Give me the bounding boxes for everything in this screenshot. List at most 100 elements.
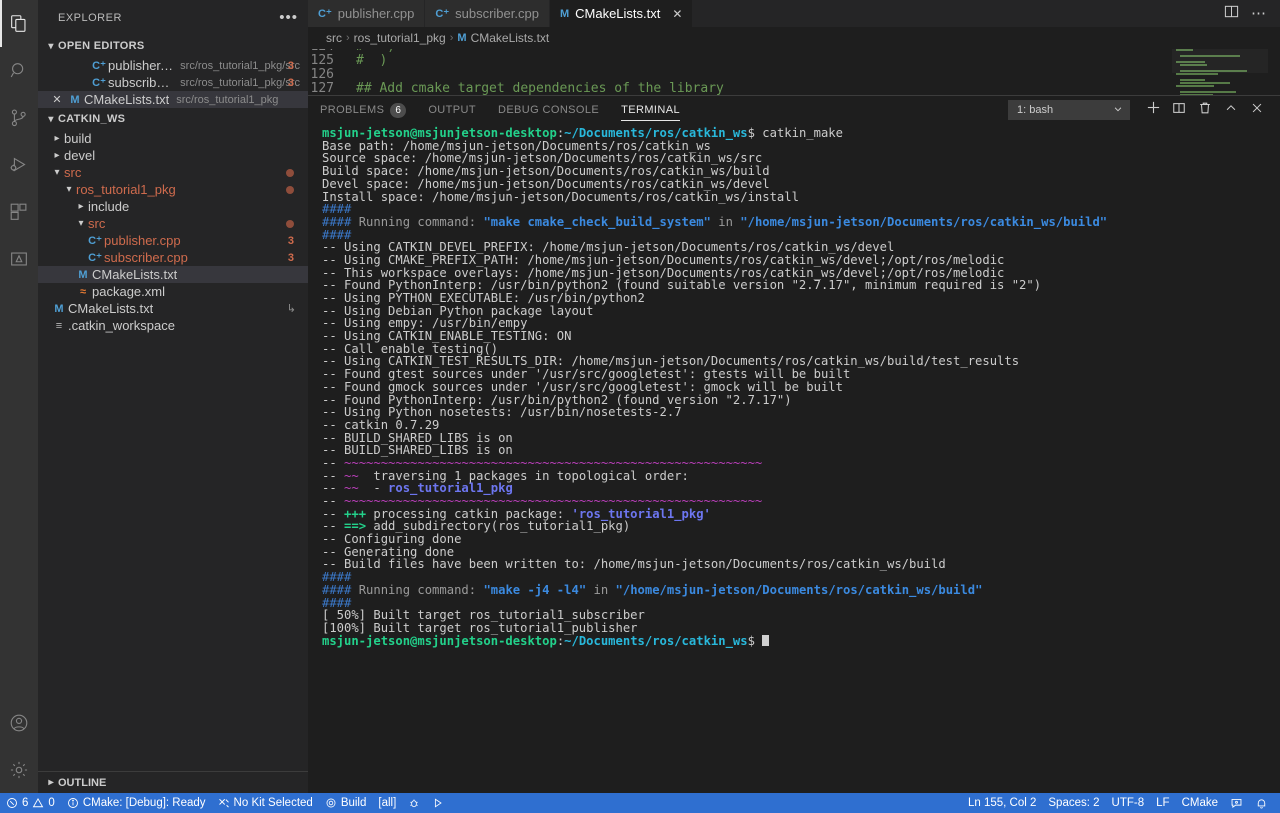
status-launch-target[interactable] <box>426 793 450 813</box>
code-text: ## Add cmake target dependencies of the … <box>356 81 724 96</box>
panel-tab-terminal[interactable]: TERMINAL <box>621 96 680 124</box>
line-number: 127 <box>310 81 334 96</box>
code-lines: 124# )125# )126127## Add cmake target de… <box>308 49 1280 95</box>
panel-actions: 1: bash <box>1008 97 1280 123</box>
breadcrumb-item-file[interactable]: CMakeLists.txt <box>471 31 550 45</box>
tree-folder-build[interactable]: build <box>38 130 308 147</box>
chevron-down-icon <box>44 41 58 52</box>
tree-file-.catkin_workspace[interactable]: ≡ .catkin_workspace <box>38 317 308 334</box>
open-editor-name: CMakeLists.txt <box>84 92 170 107</box>
split-terminal-button[interactable] <box>1166 97 1192 123</box>
activity-item-cmake[interactable] <box>0 235 38 282</box>
tree-file-CMakeLists.txt[interactable]: M CMakeLists.txt ↳ <box>38 300 308 317</box>
status-bar: 6 0 CMake: [Debug]: Ready No Kit Selecte… <box>0 793 1280 813</box>
sidebar-more-actions-icon[interactable]: ••• <box>279 10 298 25</box>
status-build[interactable]: Build <box>319 793 373 813</box>
status-cmake[interactable]: CMake: [Debug]: Ready <box>61 793 212 813</box>
problem-count-badge: 3 <box>287 59 294 72</box>
status-cursor-position[interactable]: Ln 155, Col 2 <box>962 793 1042 813</box>
tree-label: ros_tutorial1_pkg <box>76 182 176 197</box>
status-kit[interactable]: No Kit Selected <box>212 793 319 813</box>
tree-file-CMakeLists.txt[interactable]: M CMakeLists.txt <box>38 266 308 283</box>
tree-folder-src[interactable]: src <box>38 215 308 232</box>
tree-folder-src[interactable]: src <box>38 164 308 181</box>
editor-tabbar-actions: ⋯ <box>1211 0 1280 27</box>
status-notifications[interactable] <box>1249 793 1274 813</box>
tree-label: src <box>64 165 82 180</box>
status-language-mode[interactable]: CMake <box>1176 793 1224 813</box>
panel-tab-label: OUTPUT <box>428 104 476 117</box>
minimap-slider[interactable] <box>1172 49 1268 73</box>
tree-file-package.xml[interactable]: ≈ package.xml <box>38 283 308 300</box>
section-catkin-ws[interactable]: CATKIN_WS <box>38 108 308 130</box>
section-outline[interactable]: OUTLINE <box>38 771 308 793</box>
status-feedback[interactable] <box>1224 793 1249 813</box>
breadcrumb-item-src[interactable]: src <box>326 31 342 45</box>
explorer-sidebar: EXPLORER ••• OPEN EDITORS C⁺publisher.cp… <box>38 0 308 793</box>
section-open-editors[interactable]: OPEN EDITORS <box>38 35 308 57</box>
terminal-selector[interactable]: 1: bash <box>1008 100 1130 121</box>
line-number: 126 <box>310 67 334 83</box>
status-target[interactable]: [all] <box>372 793 402 813</box>
open-editor-item[interactable]: ✕ M CMakeLists.txt src/ros_tutorial1_pkg <box>38 91 308 108</box>
chevron-down-icon <box>62 184 76 195</box>
problem-count-badge: 3 <box>287 234 294 247</box>
open-editor-path: src/ros_tutorial1_pkg/src <box>180 76 300 89</box>
activity-item-source-control[interactable] <box>0 94 38 141</box>
terminal-line: #### Running command: "make cmake_check_… <box>322 216 1280 229</box>
status-encoding[interactable]: UTF-8 <box>1106 793 1151 813</box>
editor-minimap[interactable] <box>1172 49 1268 96</box>
minimap-line <box>1180 82 1230 85</box>
search-icon <box>8 60 30 82</box>
status-indentation[interactable]: Spaces: 2 <box>1042 793 1105 813</box>
activity-item-accounts[interactable] <box>0 699 38 746</box>
panel-tab-problems[interactable]: PROBLEMS 6 <box>320 96 407 124</box>
code-editor[interactable]: 124# )125# )126127## Add cmake target de… <box>308 49 1280 96</box>
panel-tab-debug-console[interactable]: DEBUG CONSOLE <box>498 96 599 124</box>
terminal-segment: "make cmake_check_build_system" <box>483 214 711 229</box>
panel-tab-output[interactable]: OUTPUT <box>428 96 476 124</box>
terminal-segment: Install space: /home/msjun-jetson/Docume… <box>322 189 799 204</box>
open-editor-item[interactable]: C⁺subscriber.cpp src/ros_tutorial1_pkg/sr… <box>38 74 308 91</box>
editor-tab-subscriber.cpp[interactable]: C⁺ subscriber.cpp <box>425 0 550 28</box>
open-editor-item[interactable]: C⁺publisher.cpp src/ros_tutorial1_pkg/src… <box>38 57 308 74</box>
activity-item-search[interactable] <box>0 47 38 94</box>
activity-item-settings[interactable] <box>0 746 38 793</box>
editor-more-actions-icon[interactable]: ⋯ <box>1251 6 1267 21</box>
tree-folder-ros_tutorial1_pkg[interactable]: ros_tutorial1_pkg <box>38 181 308 198</box>
breadcrumb-item-pkg[interactable]: ros_tutorial1_pkg <box>354 31 446 45</box>
editor-tab-publisher.cpp[interactable]: C⁺ publisher.cpp <box>308 0 426 28</box>
chevron-right-icon <box>50 133 64 144</box>
outline-label: OUTLINE <box>58 776 107 789</box>
tree-folder-devel[interactable]: devel <box>38 147 308 164</box>
status-eol[interactable]: LF <box>1150 793 1175 813</box>
status-problems-text: 6 <box>22 797 29 809</box>
run-debug-icon <box>8 154 30 176</box>
bottom-panel: PROBLEMS 6 OUTPUT DEBUG CONSOLE TERMINAL 1: … <box>308 95 1280 793</box>
tree-folder-include[interactable]: include <box>38 198 308 215</box>
chevron-right-icon <box>74 201 88 212</box>
maximize-panel-button[interactable] <box>1218 97 1244 123</box>
close-panel-button[interactable] <box>1244 97 1270 123</box>
activity-item-extensions[interactable] <box>0 188 38 235</box>
editor-tab-CMakeLists.txt[interactable]: M CMakeLists.txt ✕ <box>549 0 694 28</box>
new-terminal-button[interactable] <box>1140 97 1166 123</box>
close-icon[interactable]: ✕ <box>672 7 682 21</box>
activity-item-run-and-debug[interactable] <box>0 141 38 188</box>
status-indentation-text: Spaces: 2 <box>1048 797 1100 809</box>
close-icon <box>1250 101 1264 120</box>
kill-terminal-button[interactable] <box>1192 97 1218 123</box>
close-icon[interactable]: ✕ <box>48 93 66 106</box>
split-editor-icon[interactable] <box>1224 4 1239 24</box>
activity-item-explorer[interactable] <box>0 0 38 47</box>
tree-file-publisher.cpp[interactable]: C⁺ publisher.cpp 3 <box>38 232 308 249</box>
terminal-output[interactable]: msjun-jetson@msjunjetson-desktop:~/Docum… <box>308 124 1280 793</box>
tree-file-subscriber.cpp[interactable]: C⁺ subscriber.cpp 3 <box>38 249 308 266</box>
status-encoding-text: UTF-8 <box>1111 797 1145 809</box>
status-problems[interactable]: 6 0 <box>0 793 61 813</box>
status-warnings-text: 0 <box>48 797 55 809</box>
info-icon <box>67 797 79 809</box>
open-editor-name: subscriber.cpp <box>108 75 173 90</box>
status-debug-target[interactable] <box>402 793 426 813</box>
terminal-segment: $ <box>747 633 763 648</box>
